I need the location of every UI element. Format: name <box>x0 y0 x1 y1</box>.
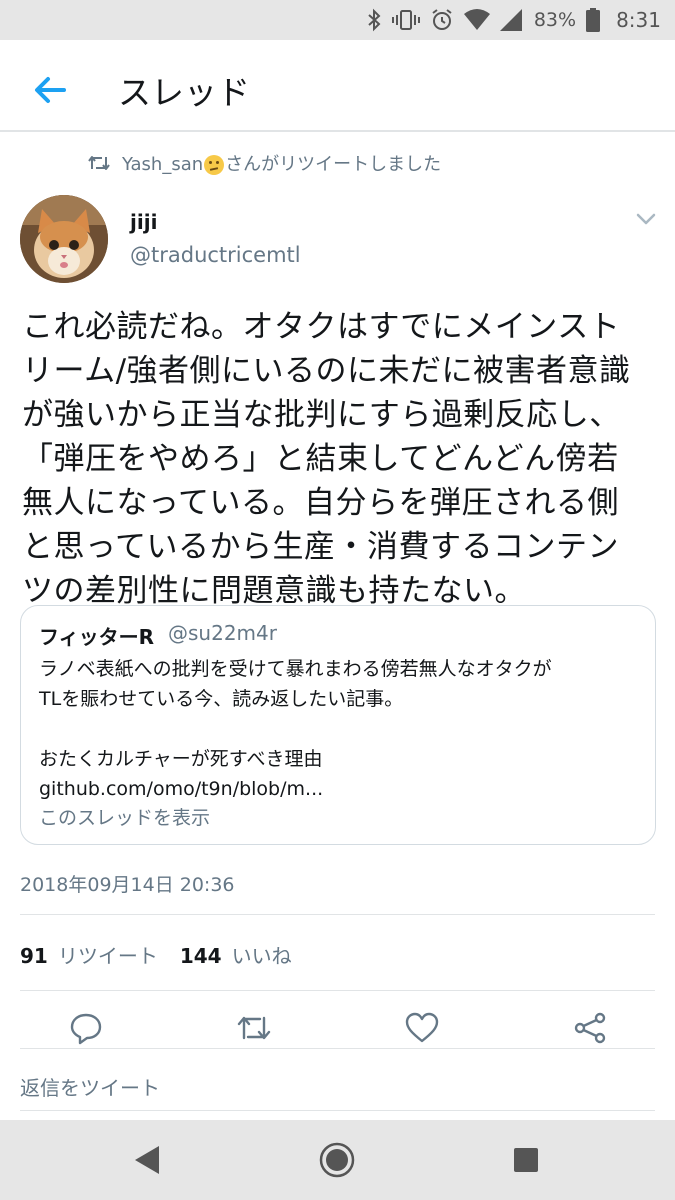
nav-recents-button[interactable] <box>508 1142 544 1178</box>
heart-icon <box>405 1012 439 1043</box>
status-bar: 83% 8:31 <box>0 0 675 40</box>
nav-home-button[interactable] <box>319 1142 355 1178</box>
divider <box>20 990 655 991</box>
like-count-label[interactable]: いいね <box>232 940 292 969</box>
tweet-text-line: と思っているから生産・消費するコンテン <box>22 529 619 565</box>
status-clock: 8:31 <box>616 8 661 32</box>
tweet-text-line: 「弾圧をやめろ」と結束してどんどん傍若 <box>22 441 619 477</box>
avatar[interactable] <box>20 195 108 283</box>
nav-back-button[interactable] <box>130 1142 166 1178</box>
tweet-text-line: リーム/強者側にいるのに未だに被害者意識 <box>22 353 631 389</box>
quoted-tweet[interactable]: フィッターR @su22m4r ラノベ表紙への批判を受けて暴れまわる傍若無人なオ… <box>20 605 656 845</box>
quoted-text-line <box>39 714 649 744</box>
divider <box>20 1048 655 1049</box>
tweet-timestamp: 2018年09月14日 20:36 <box>20 874 235 896</box>
retweet-button[interactable] <box>236 1010 272 1046</box>
wifi-icon <box>463 9 490 31</box>
arrow-left-icon <box>35 77 66 103</box>
recents-square-icon <box>514 1148 538 1172</box>
chevron-down-icon <box>636 213 656 225</box>
retweet-context[interactable]: Yash_san さんがリツイートしました <box>88 150 441 176</box>
tweet-text-line: これ必読だね。オタクはすでにメインスト <box>22 309 621 345</box>
quoted-text: ラノベ表紙への批判を受けて暴れまわる傍若無人なオタクが TLを賑わせている今、読… <box>39 654 649 804</box>
quoted-text-line: ラノベ表紙への批判を受けて暴れまわる傍若無人なオタクが <box>39 658 552 680</box>
quoted-text-line: TLを賑わせている今、読み返したい記事。 <box>39 688 404 710</box>
thinking-face-icon <box>204 155 225 175</box>
tweet-text: これ必読だね。オタクはすでにメインスト リーム/強者側にいるのに未だに被害者意識… <box>22 305 657 613</box>
share-button[interactable] <box>572 1010 608 1046</box>
author-name[interactable]: jiji <box>130 210 157 234</box>
like-count[interactable]: 144 <box>180 944 222 968</box>
retweet-count-label[interactable]: リツイート <box>58 940 158 969</box>
cell-signal-icon <box>499 9 522 31</box>
divider <box>20 1110 655 1111</box>
reply-button[interactable] <box>68 1010 104 1046</box>
tweet-actions <box>0 1010 675 1050</box>
retweet-count[interactable]: 91 <box>20 944 48 968</box>
status-icons: 83% 8:31 <box>366 0 661 40</box>
share-icon <box>574 1012 606 1044</box>
like-button[interactable] <box>404 1010 440 1046</box>
retweeter-line: Yash_san さんがリツイートしました <box>122 150 441 176</box>
author-handle[interactable]: @traductricemtl <box>130 243 301 267</box>
retweet-suffix: さんがリツイートしました <box>225 154 442 175</box>
back-triangle-icon <box>135 1146 159 1174</box>
divider <box>20 914 655 915</box>
app-bar: スレッド <box>0 40 675 132</box>
tweet-text-line: 無人になっている。自分らを弾圧される側 <box>22 485 619 521</box>
quoted-author-name: フィッターR <box>39 625 155 649</box>
vibrate-icon <box>391 8 420 32</box>
battery-percent: 83% <box>533 9 577 31</box>
reply-input[interactable]: 返信をツイート <box>20 1072 160 1101</box>
engagement-counts: 91 リツイート 144 いいね <box>20 940 314 969</box>
page-title: スレッド <box>118 73 250 112</box>
reply-icon <box>70 1013 102 1045</box>
tweet-text-line: が強いから正当な批判にすら過剰反応し、 <box>22 397 621 433</box>
system-nav-bar <box>0 1120 675 1200</box>
cat-avatar-image <box>20 195 108 283</box>
retweet-icon <box>237 1016 271 1040</box>
retweet-icon <box>88 156 110 170</box>
back-button[interactable] <box>30 70 70 110</box>
battery-icon <box>586 8 601 32</box>
quoted-text-line: おたくカルチャーが死すべき理由 <box>39 748 323 770</box>
retweeter-name: Yash_san <box>122 154 204 175</box>
alarm-icon <box>430 8 454 32</box>
home-circle-icon <box>319 1142 355 1178</box>
quoted-author-handle: @su22m4r <box>168 621 277 645</box>
quoted-link[interactable]: github.com/omo/t9n/blob/m... <box>39 774 649 804</box>
tweet-menu-button[interactable] <box>634 210 658 228</box>
bluetooth-icon <box>366 8 382 32</box>
show-thread-link[interactable]: このスレッドを表示 <box>39 803 210 830</box>
